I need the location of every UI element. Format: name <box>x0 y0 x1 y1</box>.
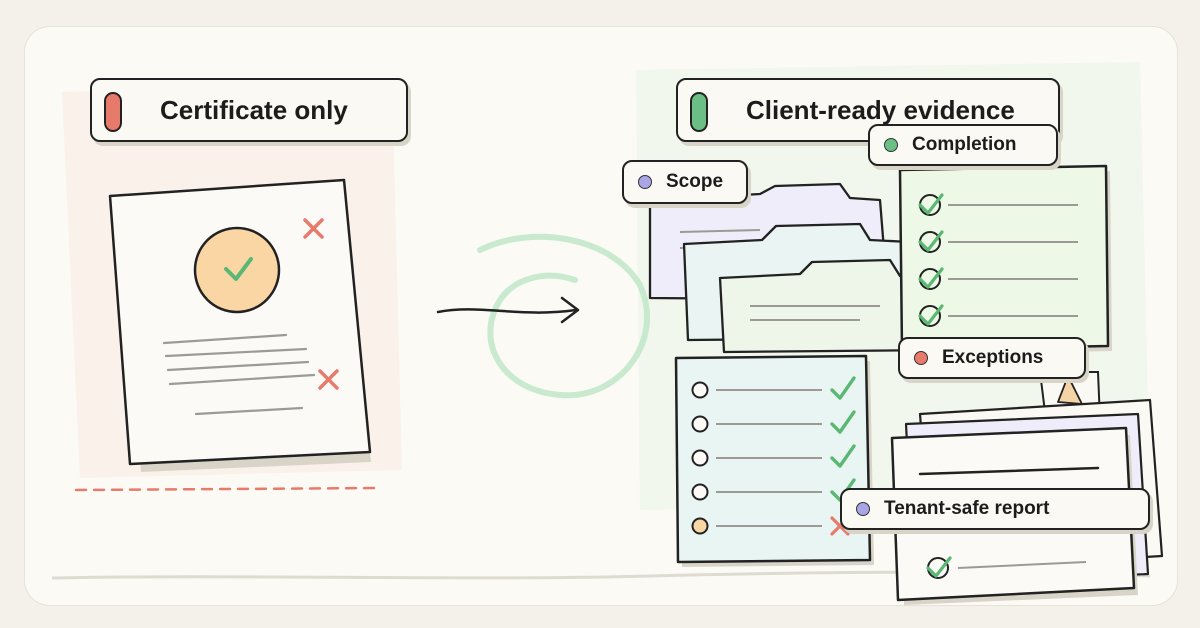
exceptions-dot <box>914 351 928 365</box>
completion-tag: Completion <box>868 124 1058 166</box>
progress-swirl <box>477 233 650 399</box>
client-ready-pill <box>690 92 708 132</box>
scope-dot <box>638 175 652 189</box>
certificate-only-pill <box>104 92 122 132</box>
exceptions-tag-label: Exceptions <box>942 347 1044 368</box>
tenant-report-dot <box>856 502 870 516</box>
client-ready-title: Client-ready evidence <box>746 94 1015 125</box>
certificate-only-title: Certificate only <box>160 94 348 125</box>
scope-tag-label: Scope <box>666 171 724 192</box>
completion-tag-label: Completion <box>912 134 1017 155</box>
certificate-only-label: Certificate only <box>90 78 408 142</box>
tenant-report-tag-label: Tenant-safe report <box>884 498 1050 519</box>
illustration: Certificate only Client-ready evidence S… <box>0 0 1200 628</box>
completion-checklist <box>898 164 1112 355</box>
dashed-baseline <box>74 486 382 492</box>
arrow-right-icon <box>436 296 580 324</box>
tenant-report-tag: Tenant-safe report <box>840 488 1150 530</box>
exceptions-checklist <box>674 354 874 567</box>
completion-dot <box>884 138 898 152</box>
certificate-document <box>108 178 372 472</box>
scope-tag: Scope <box>622 160 748 204</box>
certificate-seal <box>193 226 281 314</box>
exceptions-tag: Exceptions <box>898 337 1086 379</box>
